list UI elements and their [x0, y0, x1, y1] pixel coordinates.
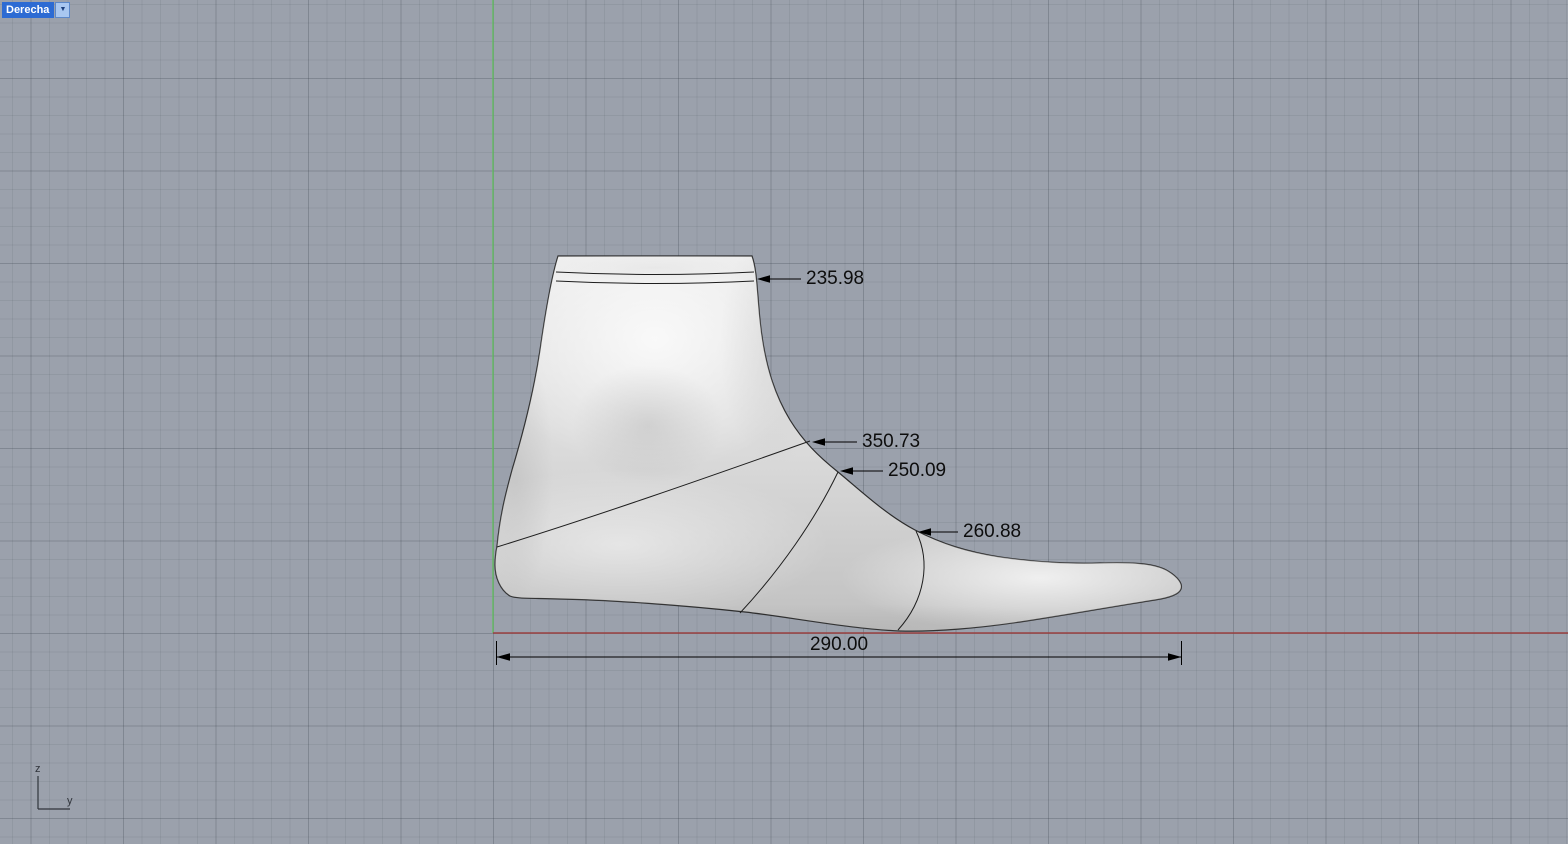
axis-gizmo	[37, 776, 70, 810]
dimension-value-waist-girth[interactable]: 250.09	[888, 460, 946, 482]
leader-waist-girth[interactable]	[840, 467, 883, 475]
cad-viewport-right[interactable]: 235.98 350.73 250.09 260.88 290.00 Derec…	[0, 0, 1568, 844]
dimension-value-topline-girth[interactable]: 235.98	[806, 268, 864, 290]
viewport-dropdown-icon[interactable]: ▼	[55, 2, 71, 18]
viewport-title-label[interactable]: Derecha	[2, 2, 55, 18]
leader-topline-girth[interactable]	[757, 275, 801, 283]
dimension-value-instep-girth[interactable]: 350.73	[862, 431, 920, 453]
axis-z-label: z	[35, 763, 41, 775]
viewport-title[interactable]: Derecha ▼	[2, 2, 71, 18]
axis-y-label: y	[67, 795, 73, 807]
dimension-value-ball-girth[interactable]: 260.88	[963, 521, 1021, 543]
scene-canvas	[37, 0, 1568, 810]
leader-instep-girth[interactable]	[812, 438, 857, 446]
dimension-value-last-length[interactable]: 290.00	[794, 634, 884, 656]
